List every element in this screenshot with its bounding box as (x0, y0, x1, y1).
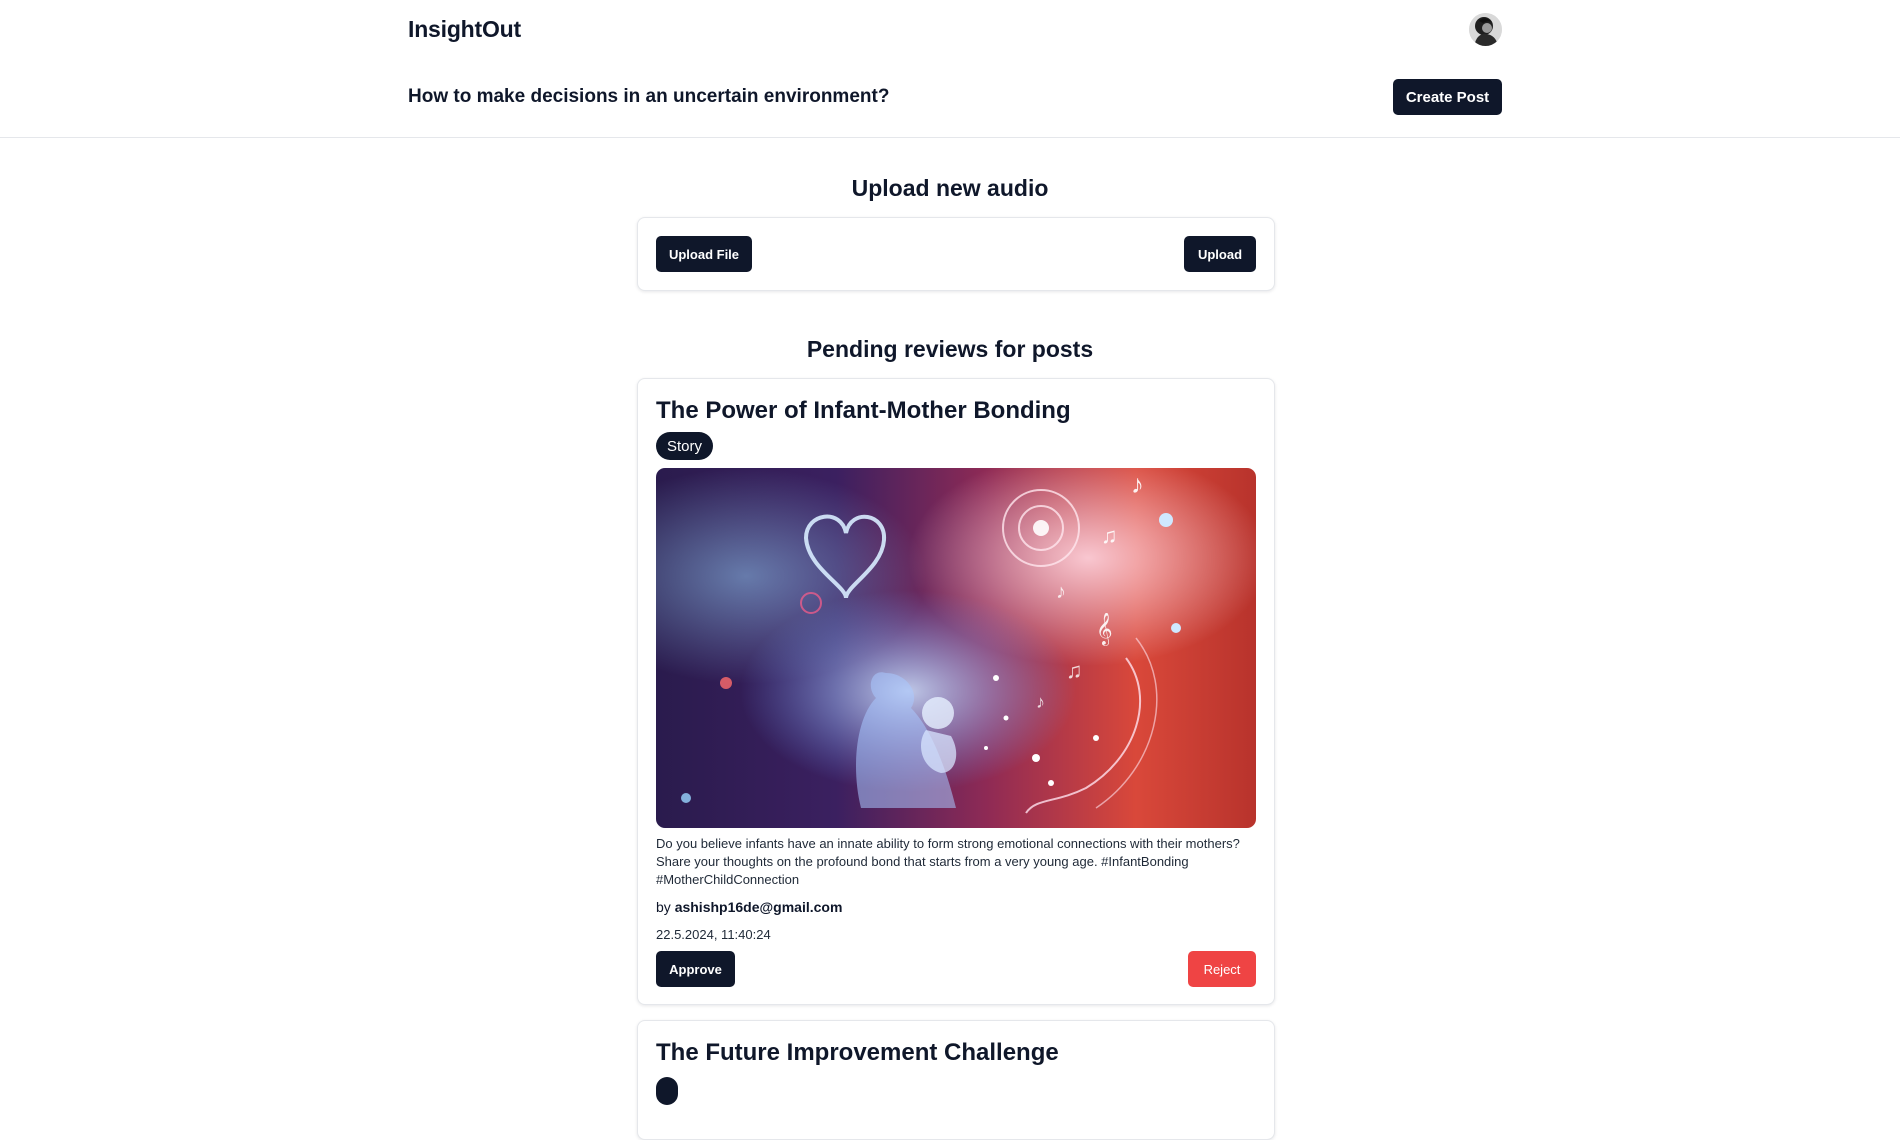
svg-text:♫: ♫ (1101, 523, 1118, 548)
post-tag-badge: Story (656, 432, 714, 460)
upload-card: Upload File Upload (637, 217, 1275, 291)
post-card: The Future Improvement Challenge (637, 1020, 1275, 1140)
author-email: ashishp16de@gmail.com (674, 899, 843, 915)
post-tag-badge (656, 1077, 678, 1105)
avatar-image (1469, 13, 1502, 46)
post-timestamp: 22.5.2024, 11:40:24 (656, 927, 771, 942)
svg-text:♪: ♪ (1056, 581, 1066, 603)
svg-text:♪: ♪ (1036, 692, 1045, 712)
svg-text:♪: ♪ (1131, 469, 1144, 499)
reject-button[interactable]: Reject (1188, 951, 1256, 987)
brand-logo[interactable]: InsightOut (408, 16, 521, 43)
post-card: The Power of Infant-Mother Bonding Story (637, 378, 1275, 1005)
approve-button[interactable]: Approve (656, 951, 735, 987)
upload-section-title: Upload new audio (851, 175, 1049, 201)
post-body-text: Do you believe infants have an innate ab… (656, 836, 1240, 887)
upload-button[interactable]: Upload (1184, 236, 1256, 272)
svg-text:♫: ♫ (1066, 658, 1083, 683)
upload-file-button[interactable]: Upload File (656, 236, 752, 272)
post-title: The Power of Infant-Mother Bonding (656, 397, 1071, 424)
create-post-button[interactable]: Create Post (1393, 79, 1502, 115)
page-question: How to make decisions in an uncertain en… (408, 86, 890, 107)
post-artwork-image: ♪ ♫ ♪ 𝄞 ♫ ♪ (656, 468, 1256, 828)
post-image: ♪ ♫ ♪ 𝄞 ♫ ♪ (656, 468, 1256, 828)
author-by-label: by (656, 899, 671, 915)
post-author: by ashishp16de@gmail.com (656, 899, 842, 915)
reviews-section-title: Pending reviews for posts (806, 336, 1094, 362)
top-header: InsightOut How to make decisions in an u… (0, 0, 1900, 138)
post-title: The Future Improvement Challenge (656, 1039, 1059, 1066)
user-avatar[interactable] (1469, 13, 1502, 46)
svg-text:𝄞: 𝄞 (1096, 613, 1113, 646)
